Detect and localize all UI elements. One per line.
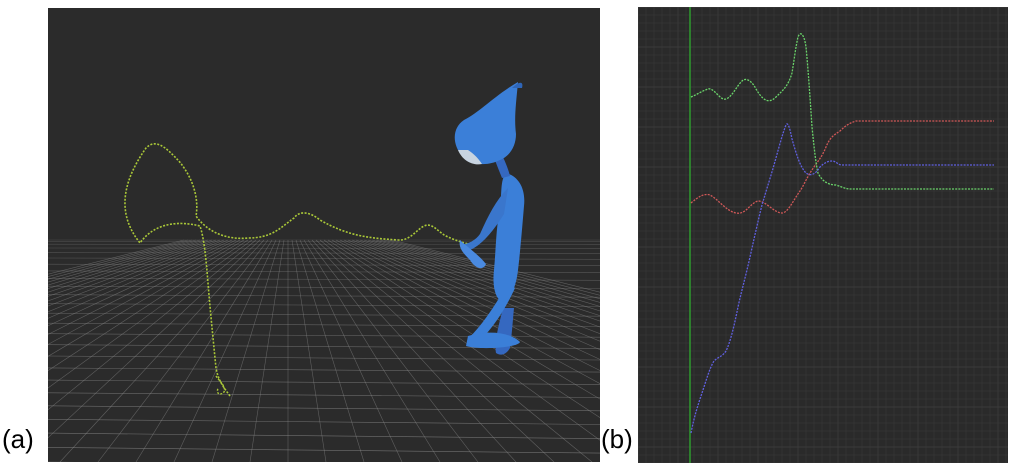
3d-viewport[interactable] xyxy=(48,8,600,462)
panel-label-a: (a) xyxy=(2,424,34,454)
curve-y-green[interactable] xyxy=(690,33,994,190)
panel-label-b: (b) xyxy=(601,424,633,454)
curve-z-blue[interactable] xyxy=(690,123,994,434)
character-foot xyxy=(466,332,520,349)
motion-path-tail xyxy=(215,375,226,395)
character-model[interactable] xyxy=(454,82,525,355)
graph-editor[interactable] xyxy=(638,7,1008,463)
graph-grid xyxy=(638,7,1008,463)
graph-canvas[interactable] xyxy=(638,7,1008,463)
viewport-canvas[interactable] xyxy=(48,8,600,462)
